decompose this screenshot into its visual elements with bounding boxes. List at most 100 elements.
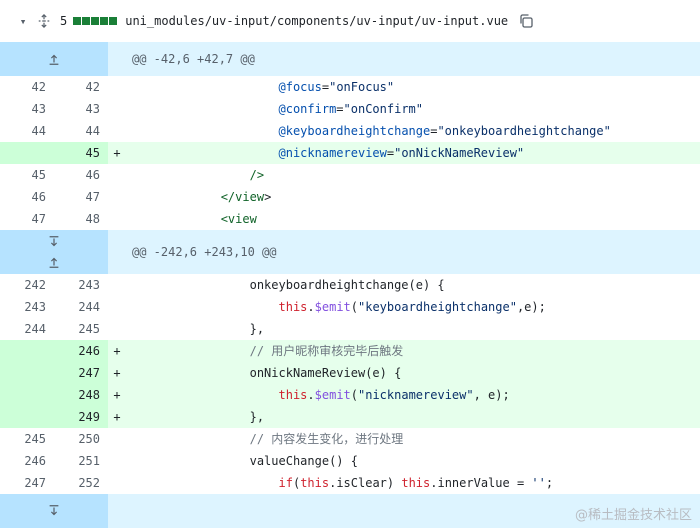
code-line: @focus="onFocus" <box>278 80 395 94</box>
new-line-number[interactable]: 247 <box>54 362 108 384</box>
old-line-number[interactable] <box>0 406 54 428</box>
diff-marker <box>108 76 126 98</box>
new-line-number[interactable]: 47 <box>54 186 108 208</box>
code-line: }, <box>134 322 265 336</box>
diff-row-context: 245 250 // 内容发生变化，进行处理 <box>0 428 700 450</box>
diff-marker: + <box>113 146 121 160</box>
expand-gutter <box>0 42 108 76</box>
diff-marker <box>108 208 126 230</box>
file-header: ▾ 5 uni_modules/uv-input/components/uv-i… <box>0 0 700 43</box>
new-line-number[interactable]: 46 <box>54 164 108 186</box>
copy-icon[interactable] <box>518 13 534 29</box>
diff-row-context: 244 245 }, <box>0 318 700 340</box>
code-line: @nicknamereview="onNickNameReview" <box>278 146 525 160</box>
diff-marker <box>108 274 126 296</box>
diff-row-context: 45 46 /> <box>0 164 700 186</box>
change-count: 5 <box>60 14 68 28</box>
code-line: // 用户昵称审核完毕后触发 <box>249 344 404 358</box>
expand-all-icon[interactable] <box>32 14 56 28</box>
hunk-header: @@ -42,6 +42,7 @@ <box>0 42 700 76</box>
diff-marker: + <box>113 366 121 380</box>
diff-row-context: 243 244 this.$emit("keyboardheightchange"… <box>0 296 700 318</box>
diff-row-added: 249 + }, <box>0 406 700 428</box>
diff-row-context: 43 43 @confirm="onConfirm" <box>0 98 700 120</box>
diff-marker <box>108 472 126 494</box>
old-line-number[interactable] <box>0 384 54 406</box>
new-line-number[interactable]: 245 <box>54 318 108 340</box>
new-line-number[interactable]: 243 <box>54 274 108 296</box>
old-line-number[interactable]: 244 <box>0 318 54 340</box>
diff-marker <box>108 450 126 472</box>
diff-row-added: 247 + onNickNameReview(e) { <box>0 362 700 384</box>
old-line-number[interactable]: 45 <box>0 164 54 186</box>
file-path-link[interactable]: uni_modules/uv-input/components/uv-input… <box>125 14 508 28</box>
new-line-number[interactable]: 42 <box>54 76 108 98</box>
old-line-number[interactable]: 246 <box>0 450 54 472</box>
new-line-number[interactable]: 246 <box>54 340 108 362</box>
code-line: @keyboardheightchange="onkeyboardheightc… <box>278 124 611 138</box>
diff-marker <box>108 296 126 318</box>
expand-up-icon[interactable] <box>0 49 108 69</box>
diffstat-bar <box>82 17 91 25</box>
code-line: /> <box>249 168 265 182</box>
old-line-number[interactable]: 247 <box>0 472 54 494</box>
expand-down-icon[interactable] <box>0 501 108 521</box>
expand-down-icon[interactable] <box>0 232 108 252</box>
diffstat-bars <box>73 17 118 25</box>
diffstat-bar <box>91 17 100 25</box>
old-line-number[interactable]: 46 <box>0 186 54 208</box>
old-line-number[interactable]: 42 <box>0 76 54 98</box>
diff-row-context: 42 42 @focus="onFocus" <box>0 76 700 98</box>
watermark: @稀土掘金技术社区 <box>574 508 692 523</box>
new-line-number[interactable]: 251 <box>54 450 108 472</box>
new-line-number[interactable]: 248 <box>54 384 108 406</box>
new-line-number[interactable]: 45 <box>54 142 108 164</box>
diff-marker <box>108 98 126 120</box>
old-line-number[interactable]: 43 <box>0 98 54 120</box>
hunk-footer-text <box>108 494 132 528</box>
hunk-header-text: @@ -42,6 +42,7 @@ <box>132 52 255 66</box>
old-line-number[interactable]: 245 <box>0 428 54 450</box>
old-line-number[interactable] <box>0 340 54 362</box>
expand-gutter <box>0 230 108 274</box>
old-line-number[interactable]: 243 <box>0 296 54 318</box>
code-line: }, <box>134 410 265 424</box>
diff-marker <box>108 428 126 450</box>
old-line-number[interactable]: 242 <box>0 274 54 296</box>
diff-row-context: 242 243 onkeyboardheightchange(e) { <box>0 274 700 296</box>
code-line: <view <box>220 212 257 226</box>
new-line-number[interactable]: 44 <box>54 120 108 142</box>
diff-row-context: 46 47 </view> <box>0 186 700 208</box>
diff-marker: + <box>113 344 121 358</box>
code-line: </view> <box>220 190 272 204</box>
hunk-header-text: @@ -242,6 +243,10 @@ <box>132 245 277 259</box>
old-line-number[interactable]: 44 <box>0 120 54 142</box>
diff-row-context: 47 48 <view <box>0 208 700 230</box>
diff-row-added: 248 + this.$emit("nicknamereview", e); <box>0 384 700 406</box>
code-line: onNickNameReview(e) { <box>134 366 402 380</box>
new-line-number[interactable]: 48 <box>54 208 108 230</box>
code-line: onkeyboardheightchange(e) { <box>134 278 445 292</box>
diffstat-bar <box>73 17 82 25</box>
diff-marker <box>108 120 126 142</box>
code-line: // 内容发生变化，进行处理 <box>249 432 404 446</box>
new-line-number[interactable]: 250 <box>54 428 108 450</box>
expand-up-icon[interactable] <box>0 252 108 272</box>
code-line: if(this.isClear) this.innerValue = ''; <box>278 476 554 490</box>
new-line-number[interactable]: 252 <box>54 472 108 494</box>
diff-row-context: 44 44 @keyboardheightchange="onkeyboardhe… <box>0 120 700 142</box>
new-line-number[interactable]: 43 <box>54 98 108 120</box>
hunk-header: @@ -242,6 +243,10 @@ <box>0 230 700 274</box>
old-line-number[interactable]: 47 <box>0 208 54 230</box>
code-line: this.$emit("nicknamereview", e); <box>278 388 510 402</box>
old-line-number[interactable] <box>0 362 54 384</box>
code-line: @confirm="onConfirm" <box>278 102 424 116</box>
diff-marker <box>108 318 126 340</box>
diff-row-added: 246 + // 用户昵称审核完毕后触发 <box>0 340 700 362</box>
old-line-number[interactable] <box>0 142 54 164</box>
chevron-down-icon[interactable]: ▾ <box>14 15 32 28</box>
new-line-number[interactable]: 244 <box>54 296 108 318</box>
diff-marker: + <box>113 410 121 424</box>
diff-row-context: 246 251 valueChange() { <box>0 450 700 472</box>
new-line-number[interactable]: 249 <box>54 406 108 428</box>
